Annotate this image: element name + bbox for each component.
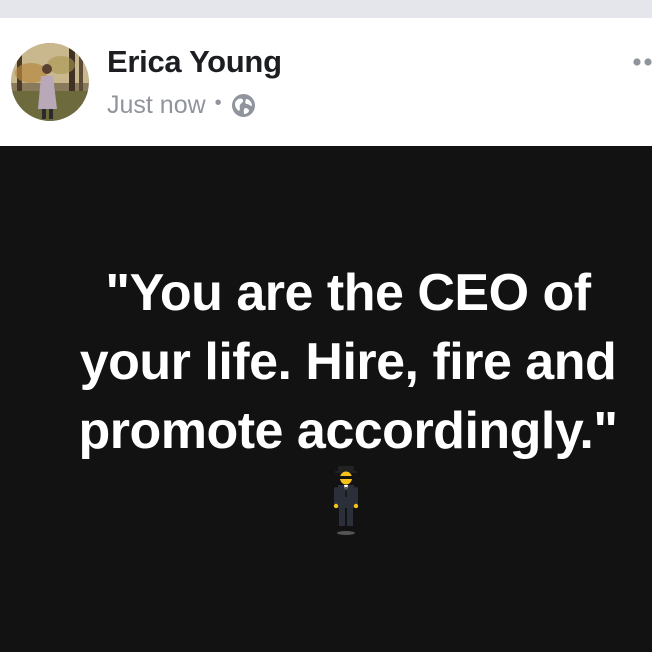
more-options-icon[interactable]	[632, 54, 652, 66]
globe-icon[interactable]	[231, 93, 256, 118]
quote-text: "You are the CEO of your life. Hire, fir…	[0, 259, 652, 466]
meta-separator: •	[214, 91, 222, 114]
post-content: "You are the CEO of your life. Hire, fir…	[0, 146, 652, 652]
top-strip	[0, 0, 652, 18]
author-name[interactable]: Erica Young	[107, 44, 282, 80]
post-header: Erica Young Just now •	[0, 18, 652, 146]
quote-line: "You are the CEO of	[105, 264, 591, 322]
quote-line: your life. Hire, fire and	[79, 333, 617, 391]
post-meta: Just now •	[107, 90, 256, 120]
avatar[interactable]	[11, 43, 89, 121]
avatar-photo	[11, 43, 89, 121]
quote-line: promote accordingly."	[78, 402, 618, 460]
timestamp[interactable]: Just now	[107, 91, 206, 120]
levitating-man-emoji	[333, 466, 359, 536]
